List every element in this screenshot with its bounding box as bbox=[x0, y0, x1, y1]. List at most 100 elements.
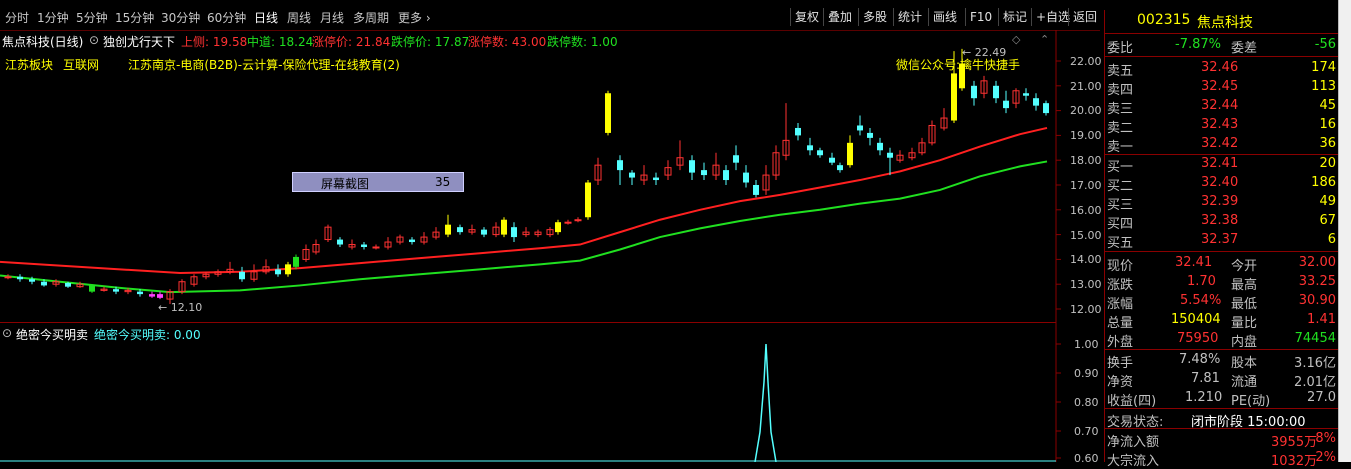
weibi-value: -7.87% bbox=[1175, 37, 1221, 52]
price-tick: 19.00 bbox=[1070, 129, 1102, 142]
divider bbox=[1105, 56, 1339, 57]
ask-volume: 45 bbox=[1319, 98, 1336, 113]
quote-row: 现价 32.41 今开 32.00 bbox=[1105, 253, 1339, 274]
bid-row[interactable]: 买五 32.37 6 bbox=[1105, 230, 1339, 251]
quote-panel: 002315 焦点科技 委比 -7.87% 委差 -56 卖五 32.46 174 … bbox=[1104, 10, 1339, 469]
candle-body bbox=[867, 132, 873, 138]
period-30min[interactable]: 30分钟 bbox=[161, 9, 200, 26]
period-daily[interactable]: 日线 bbox=[254, 9, 278, 26]
flow-row: 净流入额 3955万 8% bbox=[1105, 429, 1339, 450]
candle-body bbox=[701, 170, 707, 176]
period-more-label: 更多 bbox=[398, 11, 423, 25]
ask-volume: 113 bbox=[1311, 79, 1336, 94]
draw-button[interactable]: 画线 bbox=[928, 8, 961, 26]
candle-body bbox=[753, 185, 759, 195]
price-tick: 20.00 bbox=[1070, 104, 1102, 117]
fuquan-button[interactable]: 复权 bbox=[790, 8, 823, 26]
candle-body bbox=[293, 256, 299, 267]
candle-body bbox=[41, 281, 47, 286]
quote-row: 净资 7.81 流通 2.01亿 bbox=[1105, 369, 1339, 390]
bid-row[interactable]: 买四 32.38 67 bbox=[1105, 211, 1339, 232]
quote-row: 涨跌 1.70 最高 33.25 bbox=[1105, 272, 1339, 293]
candlestick-chart[interactable] bbox=[0, 30, 1104, 322]
high-marker-value: 22.49 bbox=[974, 46, 1007, 59]
period-15min[interactable]: 15分钟 bbox=[115, 9, 154, 26]
quote-value: 5.54% bbox=[1180, 293, 1222, 308]
candle-body bbox=[585, 182, 591, 218]
collapse-icon[interactable]: ⌃ bbox=[1040, 33, 1049, 46]
diamond-icon[interactable]: ◇ bbox=[1012, 33, 1020, 46]
indicator-tick: 1.00 bbox=[1074, 338, 1099, 351]
candle-body bbox=[887, 152, 893, 158]
ask-row[interactable]: 卖一 32.42 36 bbox=[1105, 134, 1339, 155]
quote-label: 外盘 bbox=[1107, 335, 1134, 350]
price-tick: 14.00 bbox=[1070, 253, 1102, 266]
candle-body bbox=[617, 160, 623, 171]
candle-body bbox=[372, 246, 380, 249]
bid-price: 32.39 bbox=[1201, 194, 1239, 209]
quote-value: 32.00 bbox=[1298, 255, 1336, 270]
candle-body bbox=[481, 229, 487, 235]
bid-price: 32.40 bbox=[1201, 175, 1239, 190]
bid-volume: 49 bbox=[1319, 194, 1336, 209]
period-60min[interactable]: 60分钟 bbox=[207, 9, 246, 26]
chevron-right-icon: › bbox=[422, 11, 431, 25]
bid-row[interactable]: 买三 32.39 49 bbox=[1105, 192, 1339, 213]
quote-value: 75950 bbox=[1177, 331, 1219, 346]
candle-body bbox=[723, 170, 729, 181]
vertical-scrollbar[interactable] bbox=[1338, 0, 1351, 462]
screenshot-box[interactable]: 屏幕截图 35 bbox=[292, 172, 464, 192]
candle-body bbox=[4, 276, 12, 279]
bid-row[interactable]: 买二 32.40 186 bbox=[1105, 173, 1339, 194]
ask-price: 32.42 bbox=[1201, 136, 1239, 151]
f10-button[interactable]: F10 bbox=[965, 8, 996, 26]
ask-row[interactable]: 卖三 32.44 45 bbox=[1105, 96, 1339, 117]
candle-body bbox=[457, 227, 463, 233]
candle-body bbox=[951, 73, 957, 121]
ask-row[interactable]: 卖二 32.43 16 bbox=[1105, 115, 1339, 136]
candle-body bbox=[807, 145, 813, 151]
mark-button[interactable]: 标记 bbox=[998, 8, 1031, 26]
candle-body bbox=[29, 279, 35, 282]
indicator-tick: 0.60 bbox=[1074, 452, 1099, 465]
indicator-tick: 0.90 bbox=[1074, 367, 1099, 380]
period-more[interactable]: 更多 › bbox=[398, 9, 431, 26]
candle-body bbox=[971, 85, 977, 99]
bid-row[interactable]: 买一 32.41 20 bbox=[1105, 154, 1339, 175]
multi-stock-button[interactable]: 多股 bbox=[858, 8, 891, 26]
candle-body bbox=[445, 224, 451, 235]
ask-price: 32.46 bbox=[1201, 60, 1239, 75]
weicha-value: -56 bbox=[1314, 37, 1336, 52]
ask-row[interactable]: 卖四 32.45 113 bbox=[1105, 77, 1339, 98]
period-monthly[interactable]: 月线 bbox=[320, 9, 344, 26]
indicator-chart[interactable] bbox=[0, 322, 1104, 462]
candle-body bbox=[275, 269, 281, 275]
back-button[interactable]: 返回 bbox=[1068, 8, 1101, 26]
ask-row[interactable]: 卖五 32.46 174 bbox=[1105, 58, 1339, 79]
period-1min[interactable]: 1分钟 bbox=[37, 9, 69, 26]
flow-value: 1032万 bbox=[1271, 454, 1318, 469]
stats-button[interactable]: 统计 bbox=[893, 8, 926, 26]
candle-body bbox=[511, 227, 517, 238]
candle-body bbox=[1043, 103, 1049, 114]
period-weekly[interactable]: 周线 bbox=[287, 9, 311, 26]
period-fenshi[interactable]: 分时 bbox=[5, 9, 29, 26]
candle-body bbox=[829, 157, 835, 163]
indicator-spike bbox=[754, 343, 777, 462]
candle-body bbox=[837, 165, 843, 171]
overlay-button[interactable]: 叠加 bbox=[823, 8, 856, 26]
price-tick: 22.00 bbox=[1070, 55, 1102, 68]
stock-code: 002315 bbox=[1137, 12, 1191, 28]
candle-body bbox=[817, 150, 823, 156]
candle-body bbox=[993, 85, 999, 99]
price-tick: 16.00 bbox=[1070, 204, 1102, 217]
quote-value: 1.41 bbox=[1307, 312, 1336, 327]
screenshot-label: 屏幕截图 bbox=[321, 177, 370, 191]
low-marker: ← 12.10 bbox=[158, 301, 203, 314]
period-5min[interactable]: 5分钟 bbox=[76, 9, 108, 26]
quote-value: 27.0 bbox=[1307, 390, 1336, 405]
candle-body bbox=[857, 125, 863, 131]
screenshot-value: 35 bbox=[435, 175, 451, 189]
period-multi[interactable]: 多周期 bbox=[353, 9, 389, 26]
candle-body bbox=[1033, 98, 1039, 106]
